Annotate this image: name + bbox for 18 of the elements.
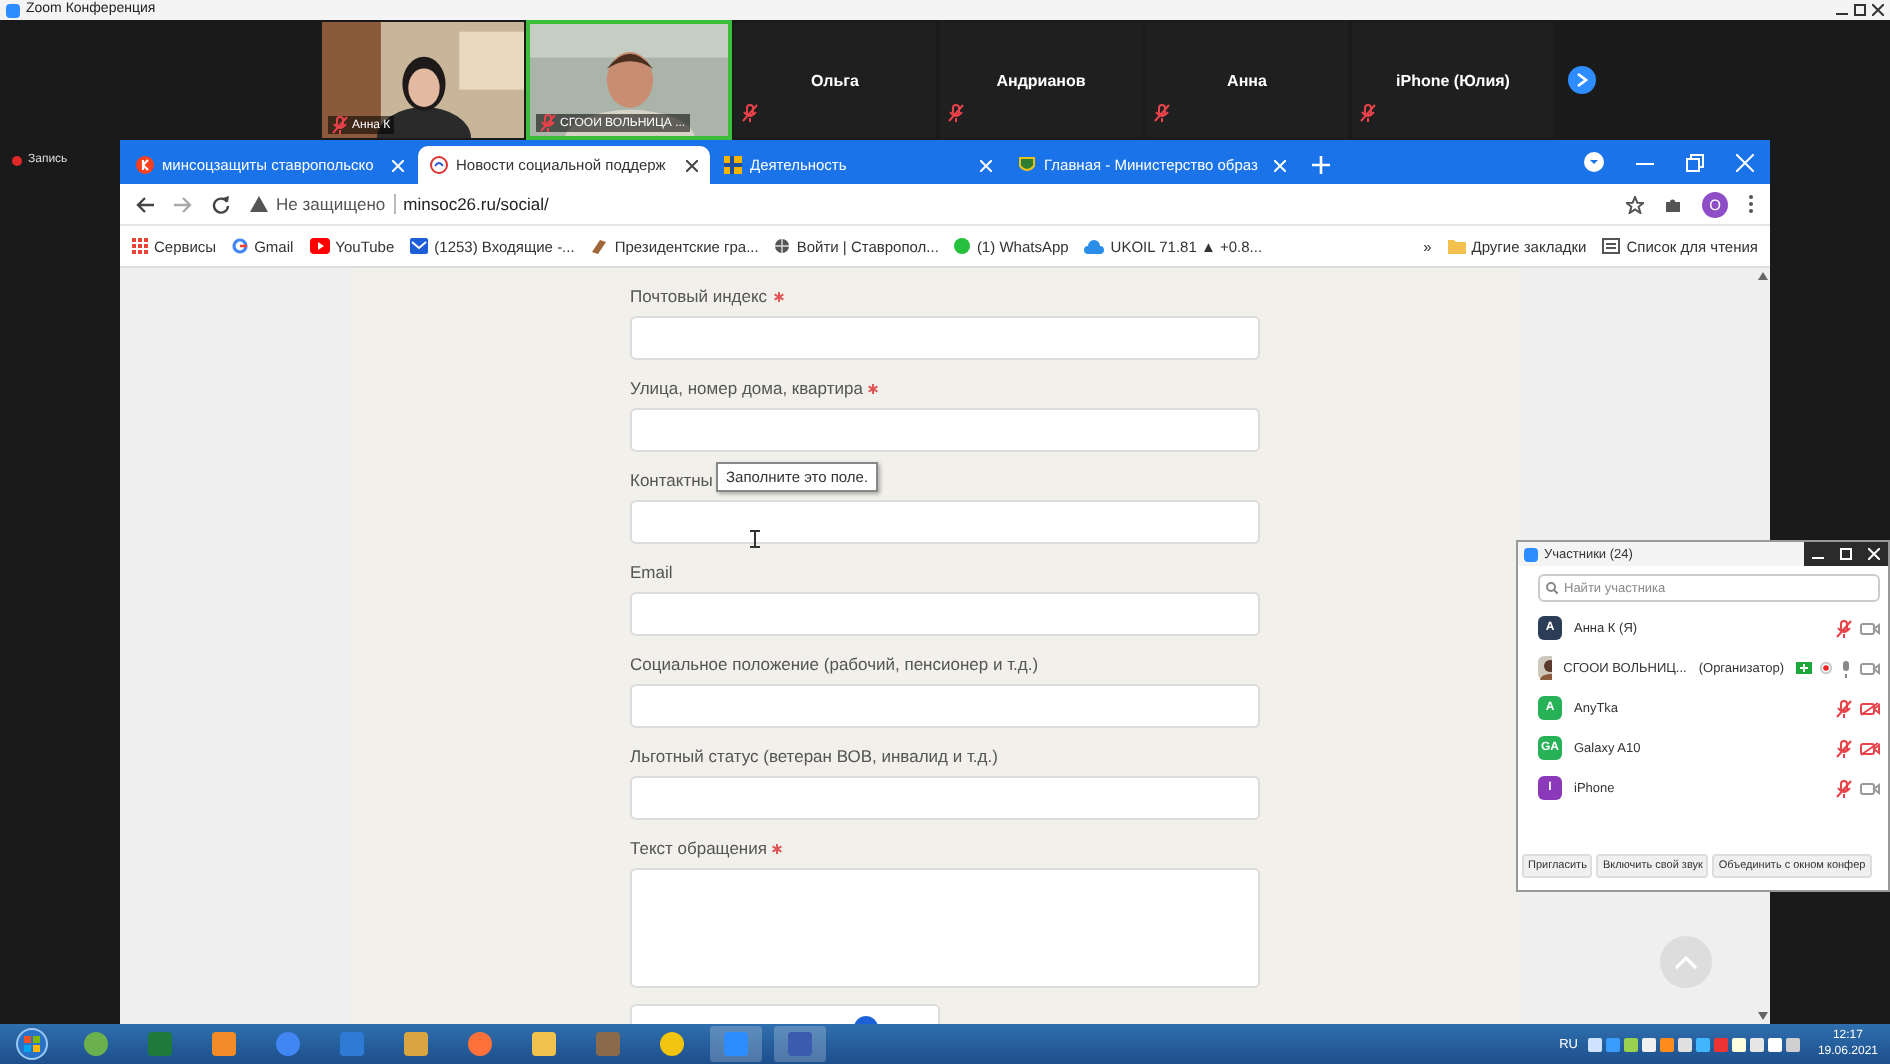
video-tile[interactable]: Ольга	[732, 20, 938, 140]
field-label: Контактны	[630, 468, 713, 494]
field-label: Текст обращения	[630, 836, 767, 862]
field-label: Улица, номер дома, квартира	[630, 376, 863, 402]
field-label: Льготный статус (ветеран ВОВ, инвалид и т.д.)	[630, 744, 998, 770]
participant-name: Андрианов	[996, 71, 1086, 89]
field-label: Email	[630, 560, 673, 586]
video-tile[interactable]: Андрианов	[938, 20, 1144, 140]
security-label: Не защищено	[276, 194, 386, 214]
participant-name: Ольга	[811, 71, 859, 89]
participant-name: Анна	[1227, 71, 1267, 89]
participant-name: iPhone (Юлия)	[1396, 71, 1510, 89]
field-label: Социальное положение (рабочий, пенсионер и т.д.)	[630, 652, 1039, 678]
video-tile[interactable]: iPhone (Юлия)	[1350, 20, 1556, 140]
address-bar[interactable]: Не защищено minsoc26.ru/social/	[250, 188, 1606, 220]
video-tile[interactable]: Анна	[1144, 20, 1350, 140]
field-label: Почтовый индекс	[630, 284, 768, 310]
url-text: minsoc26.ru/social/	[403, 194, 549, 214]
